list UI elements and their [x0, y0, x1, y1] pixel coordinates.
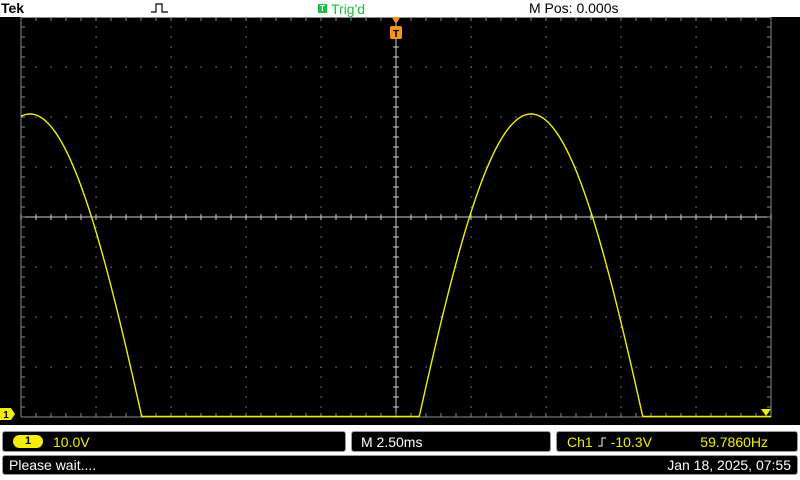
ground-marker-label: 1 — [3, 410, 9, 421]
center-axes — [20, 17, 772, 418]
trigger-readout-box[interactable]: Ch1 -10.3V 59.7860Hz — [556, 431, 798, 452]
status-message: Please wait.... — [9, 457, 97, 473]
brand-label: Tek — [1, 0, 25, 16]
date-time: Jan 18, 2025, 07:55 — [667, 457, 791, 473]
message-bar: Please wait.... Jan 18, 2025, 07:55 — [2, 455, 798, 475]
horizontal-position-readout: M Pos: 0.000s — [529, 0, 619, 16]
trigger-marker-label: T — [393, 29, 399, 40]
channel-1-scale: 10.0V — [53, 433, 90, 450]
trigger-position-marker[interactable]: T — [390, 17, 402, 40]
rising-edge-icon — [597, 437, 606, 446]
graticule: T 1 — [0, 17, 772, 421]
trigger-level: -10.3V — [610, 433, 652, 450]
waveform-display[interactable]: T 1 — [0, 17, 800, 425]
ground-marker[interactable]: 1 — [0, 408, 15, 421]
frequency-readout: 59.7860Hz — [700, 433, 768, 450]
trigger-status-icon: T — [318, 4, 327, 13]
channel-1-scale-box[interactable]: 1 10.0V — [2, 431, 346, 452]
timebase-box[interactable]: M 2.50ms — [351, 431, 551, 452]
timebase-readout: M 2.50ms — [361, 433, 423, 450]
pulse-acquisition-icon — [151, 3, 168, 13]
trigger-status: T Trig'd — [318, 0, 365, 17]
trigger-level-marker[interactable] — [761, 409, 771, 416]
readout-panel: 1 10.0V M 2.50ms Ch1 -10.3V 59.7860Hz Pl… — [0, 425, 800, 480]
trigger-source: Ch1 — [567, 433, 593, 450]
status-bar: Tek T Trig'd M Pos: 0.000s — [0, 0, 800, 17]
channel-1-badge: 1 — [13, 435, 43, 448]
trigger-status-label: Trig'd — [331, 0, 366, 17]
